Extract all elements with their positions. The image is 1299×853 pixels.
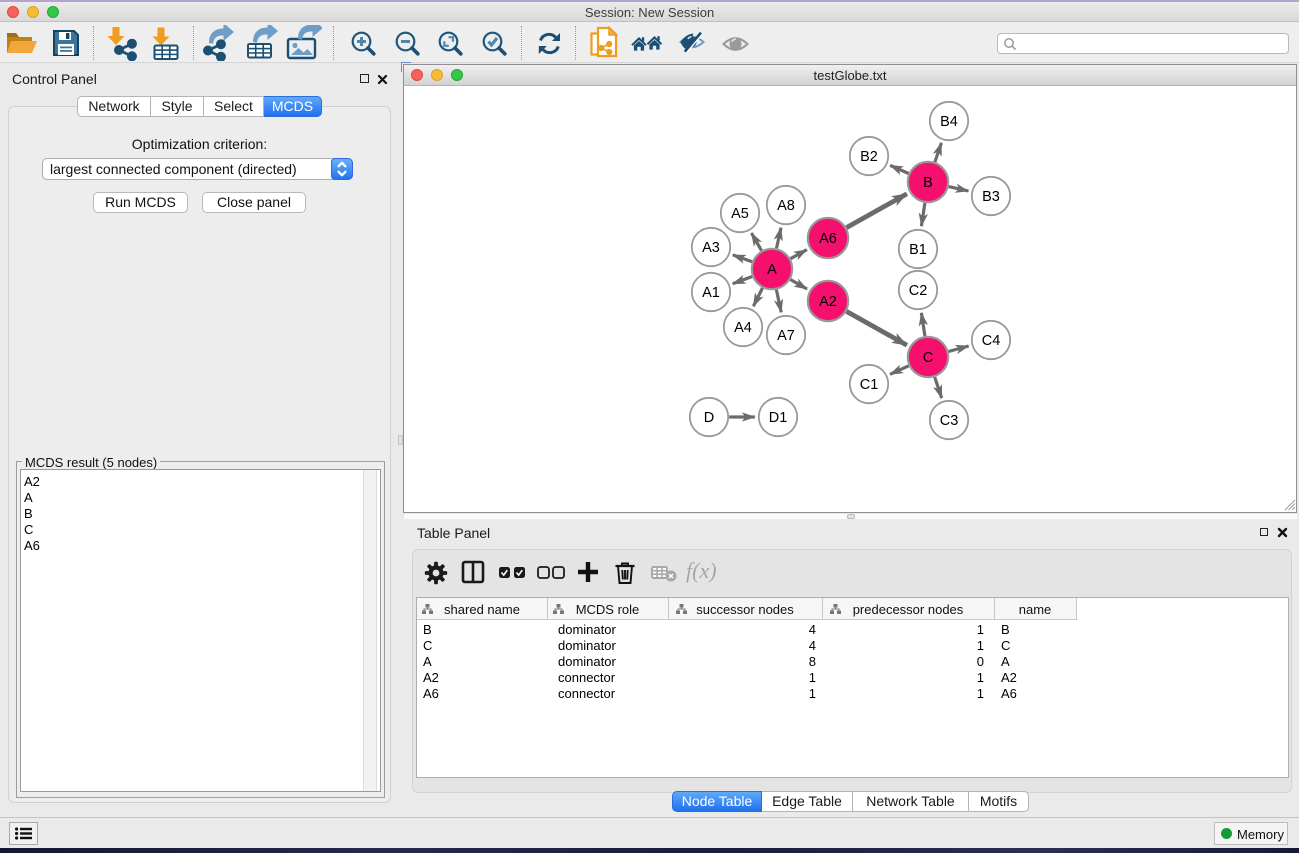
- svg-text:A4: A4: [734, 320, 752, 336]
- svg-text:B2: B2: [860, 149, 878, 165]
- svg-text:D1: D1: [769, 410, 788, 426]
- svg-text:A1: A1: [702, 285, 720, 301]
- svg-text:B1: B1: [909, 242, 927, 258]
- svg-text:A7: A7: [777, 328, 795, 344]
- svg-text:B4: B4: [940, 114, 958, 130]
- svg-text:A3: A3: [702, 240, 720, 256]
- svg-text:C3: C3: [940, 413, 959, 429]
- svg-text:C1: C1: [860, 377, 879, 393]
- svg-text:A: A: [767, 262, 777, 278]
- svg-text:A5: A5: [731, 206, 749, 222]
- svg-text:C2: C2: [909, 283, 928, 299]
- svg-text:C: C: [923, 350, 933, 366]
- svg-text:D: D: [704, 410, 714, 426]
- svg-text:B: B: [923, 175, 933, 191]
- svg-text:C4: C4: [982, 333, 1001, 349]
- svg-text:B3: B3: [982, 189, 1000, 205]
- svg-text:A2: A2: [819, 294, 837, 310]
- svg-text:A8: A8: [777, 198, 795, 214]
- svg-text:A6: A6: [819, 231, 837, 247]
